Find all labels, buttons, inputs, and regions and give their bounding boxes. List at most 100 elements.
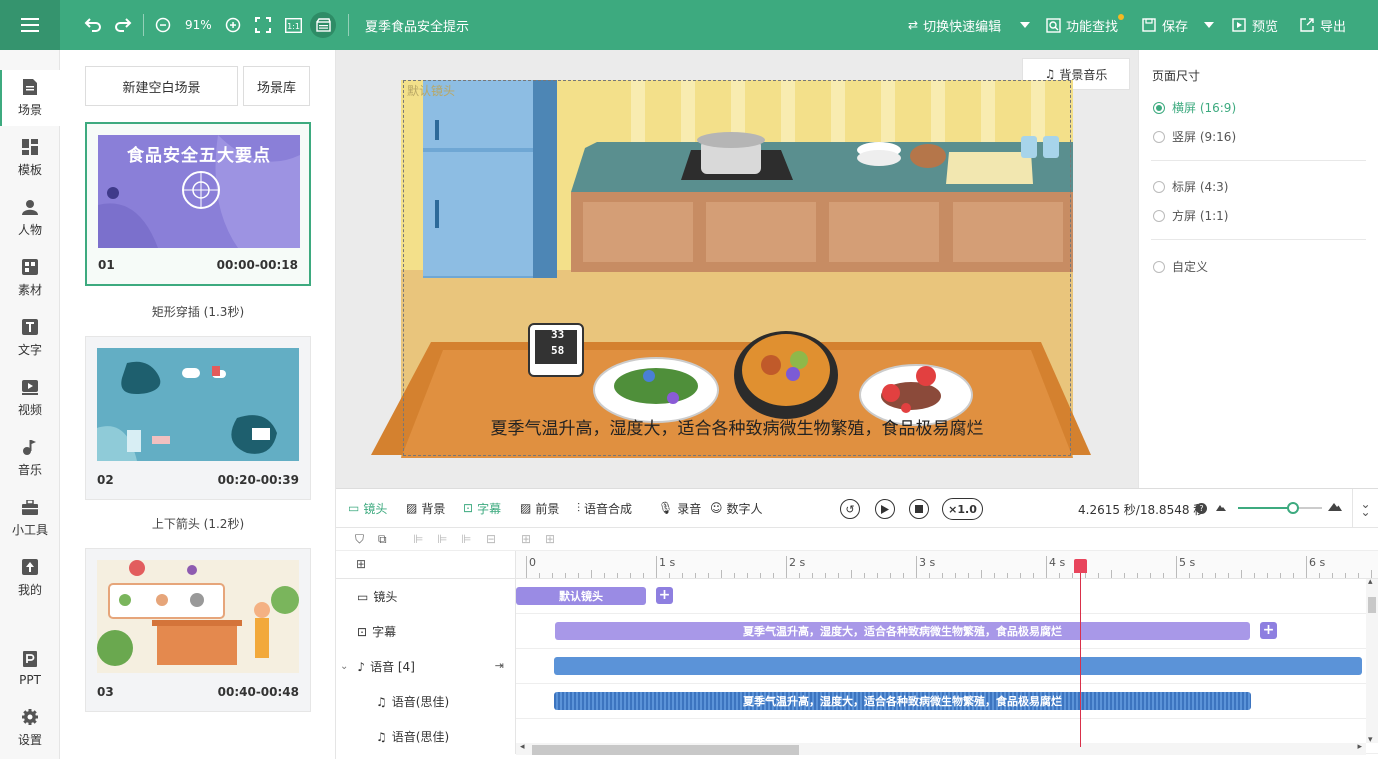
nav-video[interactable]: 视频 bbox=[0, 370, 60, 426]
chevron-down-icon[interactable]: ⌄ bbox=[340, 661, 348, 672]
distribute-icon[interactable]: ⊟ bbox=[486, 532, 496, 546]
horizontal-scrollbar[interactable]: ◂ ▸ bbox=[516, 742, 1366, 755]
voice-clip[interactable]: 夏季气温升高，湿度大，适合各种致病微生物繁殖，食品极易腐烂 bbox=[554, 692, 1251, 710]
add-camera-button[interactable]: + bbox=[656, 587, 673, 604]
slider-handle[interactable] bbox=[1287, 502, 1299, 514]
menu-button[interactable] bbox=[0, 0, 60, 50]
clapper-button[interactable] bbox=[310, 0, 336, 50]
default-camera-frame[interactable] bbox=[403, 80, 1071, 456]
help-icon[interactable]: ? bbox=[1196, 503, 1207, 514]
time-ruler[interactable]: 0 1 s 2 s 3 s 4 s 5 s 6 s bbox=[516, 551, 1378, 579]
option-portrait[interactable]: 竖屏 (9:16) bbox=[1153, 128, 1236, 145]
undo-button[interactable] bbox=[84, 0, 102, 50]
scene-card-03[interactable]: 03 00:40-00:48 bbox=[85, 548, 311, 712]
nav-scene[interactable]: 场景 bbox=[0, 70, 60, 126]
rewind-button[interactable]: ↺ bbox=[840, 499, 860, 519]
voice-group-clip[interactable] bbox=[554, 657, 1362, 675]
zoom-out-button[interactable] bbox=[155, 0, 171, 50]
scene-card-01[interactable]: 食品安全五大要点 01 00:00-00:18 bbox=[85, 122, 311, 286]
scrollbar-thumb[interactable] bbox=[1368, 597, 1376, 613]
tab-digital-human[interactable]: ☺ 数字人 bbox=[710, 489, 763, 527]
fullscreen-button[interactable] bbox=[255, 0, 271, 50]
canvas-subtitle[interactable]: 夏季气温升高，湿度大，适合各种致病微生物繁殖，食品极易腐烂 bbox=[401, 414, 1073, 439]
stop-button[interactable] bbox=[909, 499, 929, 519]
collapse-timeline-button[interactable]: ⌄ ⌄ bbox=[1352, 489, 1378, 527]
template-icon bbox=[21, 138, 39, 156]
nav-label: 人物 bbox=[17, 223, 42, 237]
transition-label[interactable]: 矩形穿插 (1.3秒) bbox=[60, 303, 335, 320]
nav-template[interactable]: 模板 bbox=[0, 130, 60, 186]
scrollbar-thumb[interactable] bbox=[532, 745, 799, 755]
align-right-icon[interactable]: ⊫ bbox=[461, 532, 471, 546]
radio bbox=[1153, 260, 1165, 273]
grid-icon[interactable]: ⊞ bbox=[356, 557, 366, 571]
ruler-tick bbox=[708, 573, 709, 578]
tab-subtitle[interactable]: ⊡ 字幕 bbox=[463, 489, 501, 527]
save-button[interactable]: 保存 bbox=[1142, 0, 1188, 50]
play-button[interactable] bbox=[875, 499, 895, 519]
transition-label[interactable]: 上下箭头 (1.2秒) bbox=[60, 515, 335, 532]
nav-material[interactable]: 素材 bbox=[0, 250, 60, 306]
ruler-tick bbox=[604, 573, 605, 578]
zoom-in-mountain-icon[interactable] bbox=[1328, 502, 1342, 511]
nav-ppt[interactable]: PPT bbox=[0, 640, 60, 696]
option-standard[interactable]: 标屏 (4:3) bbox=[1153, 178, 1229, 195]
scene-canvas[interactable]: 33 58 默认镜头 夏季气温升高，湿度大，适合各种致病微生物繁殖，食品极易腐烂 bbox=[371, 80, 1091, 458]
search-icon bbox=[1046, 17, 1061, 33]
nav-label: 场景 bbox=[17, 103, 42, 117]
switch-edit-button[interactable]: ⇄ 切换快速编辑 bbox=[908, 0, 1001, 50]
tab-background[interactable]: ▨ 背景 bbox=[406, 489, 445, 527]
vertical-scrollbar[interactable]: ▴ ▾ bbox=[1366, 577, 1378, 745]
switch-edit-dropdown[interactable] bbox=[1020, 0, 1030, 50]
ruler-tick bbox=[890, 573, 891, 578]
group-icon[interactable]: ⊞ bbox=[521, 532, 531, 546]
option-landscape[interactable]: 横屏 (16:9) bbox=[1153, 99, 1236, 116]
zoom-in-button[interactable] bbox=[225, 0, 241, 50]
nav-mine[interactable]: 我的 bbox=[0, 550, 60, 606]
exit-icon[interactable]: ⇥ bbox=[495, 659, 504, 672]
speed-button[interactable]: ×1.0 bbox=[942, 498, 983, 520]
subtitle-clip[interactable]: 夏季气温升高，湿度大，适合各种致病微生物繁殖，食品极易腐烂 bbox=[555, 622, 1250, 640]
nav-music[interactable]: 音乐 bbox=[0, 430, 60, 486]
tab-record[interactable]: 🎙 录音 bbox=[658, 489, 701, 527]
redo-button[interactable] bbox=[114, 0, 132, 50]
timeline-zoom-slider[interactable] bbox=[1238, 502, 1322, 514]
add-subtitle-button[interactable]: + bbox=[1260, 622, 1277, 639]
tab-camera[interactable]: ▭ 镜头 bbox=[348, 489, 387, 527]
scroll-right-icon[interactable]: ▸ bbox=[1357, 742, 1362, 752]
function-search-button[interactable]: 功能查找 bbox=[1046, 0, 1125, 50]
scene-library-button[interactable]: 场景库 bbox=[243, 66, 310, 106]
subtitle-icon: ⊡ bbox=[357, 624, 368, 639]
nav-person[interactable]: 人物 bbox=[0, 190, 60, 246]
save-icon bbox=[1142, 18, 1156, 32]
option-square[interactable]: 方屏 (1:1) bbox=[1153, 207, 1229, 224]
export-button[interactable]: 导出 bbox=[1300, 0, 1346, 50]
nav-text[interactable]: 文字 bbox=[0, 310, 60, 366]
camera-clip[interactable]: 默认镜头 bbox=[516, 587, 646, 605]
scene-card-02[interactable]: 02 00:20-00:39 bbox=[85, 336, 311, 500]
zoom-out-mountain-icon[interactable] bbox=[1216, 504, 1226, 511]
tab-foreground[interactable]: ▨ 前景 bbox=[520, 489, 559, 527]
ruler-tick bbox=[942, 573, 943, 578]
scroll-left-icon[interactable]: ◂ bbox=[520, 742, 525, 752]
playhead[interactable] bbox=[1073, 559, 1087, 747]
scroll-up-icon[interactable]: ▴ bbox=[1368, 577, 1373, 587]
ruler-tick bbox=[565, 573, 566, 578]
project-title[interactable]: 夏季食品安全提示 bbox=[365, 0, 469, 50]
nav-settings[interactable]: 设置 bbox=[0, 700, 60, 756]
background-icon: ▨ bbox=[406, 501, 418, 515]
scroll-down-icon[interactable]: ▾ bbox=[1368, 735, 1373, 745]
align-left-icon[interactable]: ⊫ bbox=[413, 532, 423, 546]
playhead-handle[interactable] bbox=[1073, 559, 1087, 573]
new-blank-scene-button[interactable]: 新建空白场景 bbox=[85, 66, 238, 106]
save-dropdown[interactable] bbox=[1204, 0, 1214, 50]
actual-size-button[interactable]: 1:1 bbox=[285, 0, 302, 50]
preview-button[interactable]: 预览 bbox=[1232, 0, 1278, 50]
tab-tts[interactable]: ⫶ 语音合成 bbox=[577, 489, 632, 527]
filter-icon[interactable]: ⛉ bbox=[355, 532, 364, 547]
ungroup-icon[interactable]: ⊞ bbox=[545, 532, 555, 546]
layers-icon[interactable]: ⧉ bbox=[378, 532, 387, 547]
option-custom[interactable]: 自定义 bbox=[1153, 258, 1208, 275]
align-center-icon[interactable]: ⊫ bbox=[437, 532, 447, 546]
nav-toolbox[interactable]: 小工具 bbox=[0, 490, 60, 546]
